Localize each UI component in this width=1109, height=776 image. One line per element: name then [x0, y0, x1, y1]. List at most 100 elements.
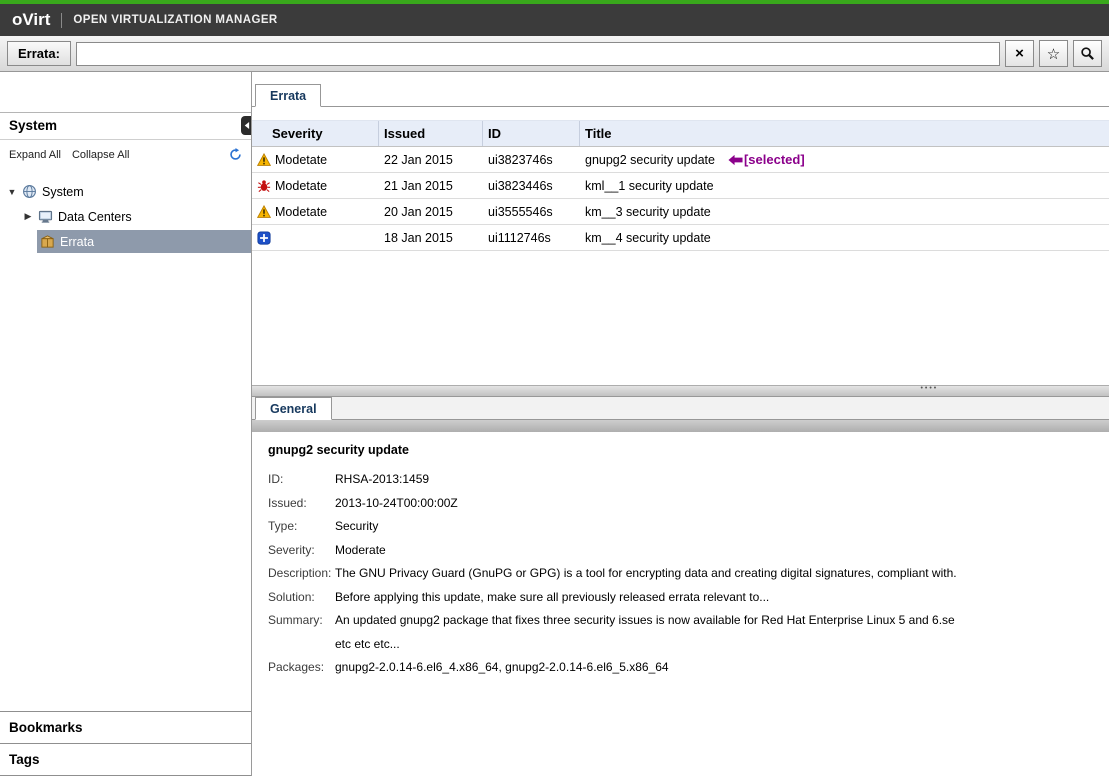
system-tree-sidebar: System Expand All Collapse All ▼ S: [0, 72, 252, 776]
run-search-button[interactable]: [1073, 40, 1102, 67]
grid-header-row: Severity Issued ID Title: [252, 120, 1109, 147]
tree-item-label: Errata: [60, 235, 94, 249]
field-value: 2013-10-24T00:00:00Z: [335, 492, 458, 516]
field-value: The GNU Privacy Guard (GnuPG or GPG) is …: [335, 562, 957, 586]
field-label: Description:: [268, 562, 335, 586]
splitter-handle-icon[interactable]: ••••: [920, 385, 938, 392]
detail-field-solution: Solution: Before applying this update, m…: [268, 586, 1093, 610]
issued-cell: 22 Jan 2015: [379, 153, 483, 167]
expand-all-link[interactable]: Expand All: [9, 149, 61, 161]
errata-package-icon: [40, 234, 55, 249]
detail-field-severity: Severity: Moderate: [268, 539, 1093, 563]
search-icon: [1080, 46, 1095, 61]
title-cell: gnupg2 security update [selected]: [580, 152, 1109, 167]
bug-icon: [257, 179, 271, 193]
column-header-severity[interactable]: Severity: [252, 121, 379, 146]
title-text: km__3 security update: [585, 205, 711, 219]
column-header-title[interactable]: Title: [580, 121, 1109, 146]
selected-annotation: [selected]: [728, 152, 805, 167]
detail-field-type: Type: Security: [268, 515, 1093, 539]
field-value: gnupg2-2.0.14-6.el6_4.x86_64, gnupg2-2.0…: [335, 656, 669, 680]
bookmark-search-button[interactable]: ☆: [1039, 40, 1068, 67]
id-cell: ui3823446s: [483, 179, 580, 193]
enhancement-plus-icon: [257, 231, 271, 245]
tab-errata[interactable]: Errata: [255, 84, 321, 107]
field-label: [268, 633, 335, 657]
tags-section-header[interactable]: Tags: [0, 743, 251, 776]
close-icon: ×: [1015, 45, 1024, 62]
field-label: ID:: [268, 468, 335, 492]
search-toolbar: Errata: × ☆: [0, 36, 1109, 72]
search-input[interactable]: [76, 42, 1000, 66]
severity-label: Modetate: [275, 179, 327, 193]
selected-annotation-text: [selected]: [744, 152, 805, 167]
severity-cell: Modetate: [252, 153, 379, 167]
field-value: RHSA-2013:1459: [335, 468, 429, 492]
table-row[interactable]: Modetate 20 Jan 2015 ui3555546s km__3 se…: [252, 199, 1109, 225]
sidebar-title: System: [9, 118, 57, 133]
sidebar-filler: [0, 253, 251, 711]
tree-controls: Expand All Collapse All: [0, 140, 251, 169]
title-text: kml__1 security update: [585, 179, 714, 193]
table-row[interactable]: 18 Jan 2015 ui1112746s km__4 security up…: [252, 225, 1109, 251]
product-title: OPEN VIRTUALIZATION MANAGER: [73, 14, 277, 26]
app-header: oVirt OPEN VIRTUALIZATION MANAGER: [0, 4, 1109, 36]
tab-general[interactable]: General: [255, 397, 332, 420]
globe-icon: [22, 184, 37, 199]
collapse-all-link[interactable]: Collapse All: [72, 149, 129, 161]
column-header-issued[interactable]: Issued: [379, 121, 483, 146]
field-label: Solution:: [268, 586, 335, 610]
warning-icon: [257, 153, 271, 167]
detail-field-summary-continued: etc etc etc...: [268, 633, 1093, 657]
detail-field-description: Description: The GNU Privacy Guard (GnuP…: [268, 562, 1093, 586]
severity-cell: [252, 231, 379, 245]
data-centers-icon: [38, 209, 53, 224]
clear-search-button[interactable]: ×: [1005, 40, 1034, 67]
sidebar-collapse-button[interactable]: [241, 116, 251, 135]
main-panel: Errata Severity Issued ID Title Modetate: [252, 72, 1109, 776]
field-value: Before applying this update, make sure a…: [335, 586, 769, 610]
tree-item-system[interactable]: ▼ System: [0, 179, 251, 204]
star-icon: ☆: [1047, 45, 1060, 63]
field-label: Type:: [268, 515, 335, 539]
tree-item-data-centers[interactable]: ▶ Data Centers: [0, 204, 251, 229]
column-header-id[interactable]: ID: [483, 121, 580, 146]
title-cell: kml__1 security update: [580, 179, 1109, 193]
issued-cell: 21 Jan 2015: [379, 179, 483, 193]
main-tab-strip: Errata: [252, 84, 1109, 107]
tree-item-errata[interactable]: Errata: [37, 230, 251, 253]
issued-cell: 20 Jan 2015: [379, 205, 483, 219]
content-area: System Expand All Collapse All ▼ S: [0, 72, 1109, 776]
arrow-left-icon: [728, 154, 743, 166]
expander-expanded-icon[interactable]: ▼: [7, 187, 17, 197]
severity-cell: Modetate: [252, 205, 379, 219]
detail-field-issued: Issued: 2013-10-24T00:00:00Z: [268, 492, 1093, 516]
field-label: Issued:: [268, 492, 335, 516]
sidebar-header: System: [0, 112, 251, 140]
panel-splitter[interactable]: ••••: [252, 385, 1109, 397]
title-cell: km__3 security update: [580, 205, 1109, 219]
table-row[interactable]: Modetate 21 Jan 2015 ui3823446s kml__1 s…: [252, 173, 1109, 199]
header-divider: [61, 13, 62, 28]
app-window: oVirt OPEN VIRTUALIZATION MANAGER Errata…: [0, 0, 1109, 776]
title-text: km__4 security update: [585, 231, 711, 245]
severity-cell: Modetate: [252, 179, 379, 193]
title-cell: km__4 security update: [580, 231, 1109, 245]
tree-item-label: Data Centers: [58, 210, 132, 224]
errata-grid: Severity Issued ID Title Modetate 22 Jan…: [252, 107, 1109, 385]
detail-field-packages: Packages: gnupg2-2.0.14-6.el6_4.x86_64, …: [268, 656, 1093, 680]
id-cell: ui3823746s: [483, 153, 580, 167]
refresh-icon: [229, 148, 242, 161]
table-row[interactable]: Modetate 22 Jan 2015 ui3823746s gnupg2 s…: [252, 147, 1109, 173]
title-text: gnupg2 security update: [585, 153, 715, 167]
refresh-tree-button[interactable]: [229, 148, 242, 161]
field-value: etc etc etc...: [335, 633, 400, 657]
search-scope-button[interactable]: Errata:: [7, 41, 71, 66]
expander-collapsed-icon[interactable]: ▶: [23, 211, 33, 222]
system-tree: ▼ System ▶ Data Centers: [0, 169, 251, 253]
general-detail-panel: gnupg2 security update ID: RHSA-2013:145…: [252, 432, 1109, 776]
warning-icon: [257, 205, 271, 219]
bookmarks-section-header[interactable]: Bookmarks: [0, 711, 251, 743]
field-label: Severity:: [268, 539, 335, 563]
field-value: Security: [335, 515, 378, 539]
